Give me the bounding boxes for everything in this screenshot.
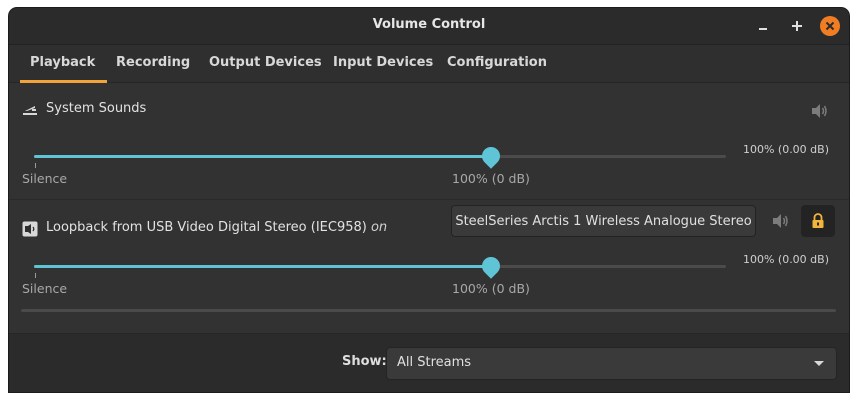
lock-channels-button[interactable] (801, 205, 835, 237)
audio-card-icon (22, 221, 38, 237)
tab-playback[interactable]: Playback (19, 55, 108, 83)
volume-slider-handle[interactable] (477, 253, 504, 279)
minimize-button[interactable] (753, 16, 773, 36)
tab-configuration[interactable]: Configuration (447, 55, 547, 70)
chevron-down-icon (814, 361, 824, 366)
maximize-button[interactable] (787, 16, 807, 36)
lock-icon (812, 213, 824, 228)
window-title: Volume Control (372, 17, 486, 32)
tab-input-devices[interactable]: Input Devices (333, 55, 433, 70)
minimize-icon (759, 28, 767, 30)
volume-slider[interactable] (34, 253, 726, 279)
mute-speaker-icon[interactable] (771, 213, 789, 229)
tab-output-devices[interactable]: Output Devices (209, 55, 322, 70)
silence-tick (35, 273, 36, 278)
hundred-percent-label: 100% (0 dB) (452, 281, 530, 296)
close-button[interactable] (820, 16, 840, 36)
stream-name: Loopback from USB Video Digital Stereo (… (46, 220, 387, 235)
playback-stream-list: System Sounds 100% (0.00 dB) Silence 100… (9, 83, 849, 333)
stream-loopback: Loopback from USB Video Digital Stereo (… (9, 83, 849, 333)
tab-recording[interactable]: Recording (116, 55, 190, 70)
output-device-selector[interactable]: SteelSeries Arctis 1 Wireless Analogue S… (451, 205, 756, 237)
volume-slider-fill (34, 265, 491, 268)
title-bar: Volume Control (9, 8, 849, 45)
show-label: Show: (342, 354, 387, 369)
show-filter-value: All Streams (397, 355, 472, 370)
footer-bar: Show: All Streams (9, 333, 849, 392)
close-icon (825, 21, 835, 31)
volume-readout: 100% (0.00 dB) (742, 253, 829, 266)
tab-bar: Playback Recording Output Devices Input … (9, 45, 849, 83)
stream-state: on (370, 220, 388, 235)
maximize-icon (792, 21, 802, 31)
volume-control-window: Volume Control Playback Recording Output… (9, 8, 849, 392)
show-filter-dropdown[interactable]: All Streams (386, 347, 837, 380)
horizontal-scrollbar[interactable] (21, 309, 836, 312)
stream-name-text: Loopback from USB Video Digital Stereo (… (46, 220, 367, 235)
silence-label: Silence (22, 281, 68, 296)
